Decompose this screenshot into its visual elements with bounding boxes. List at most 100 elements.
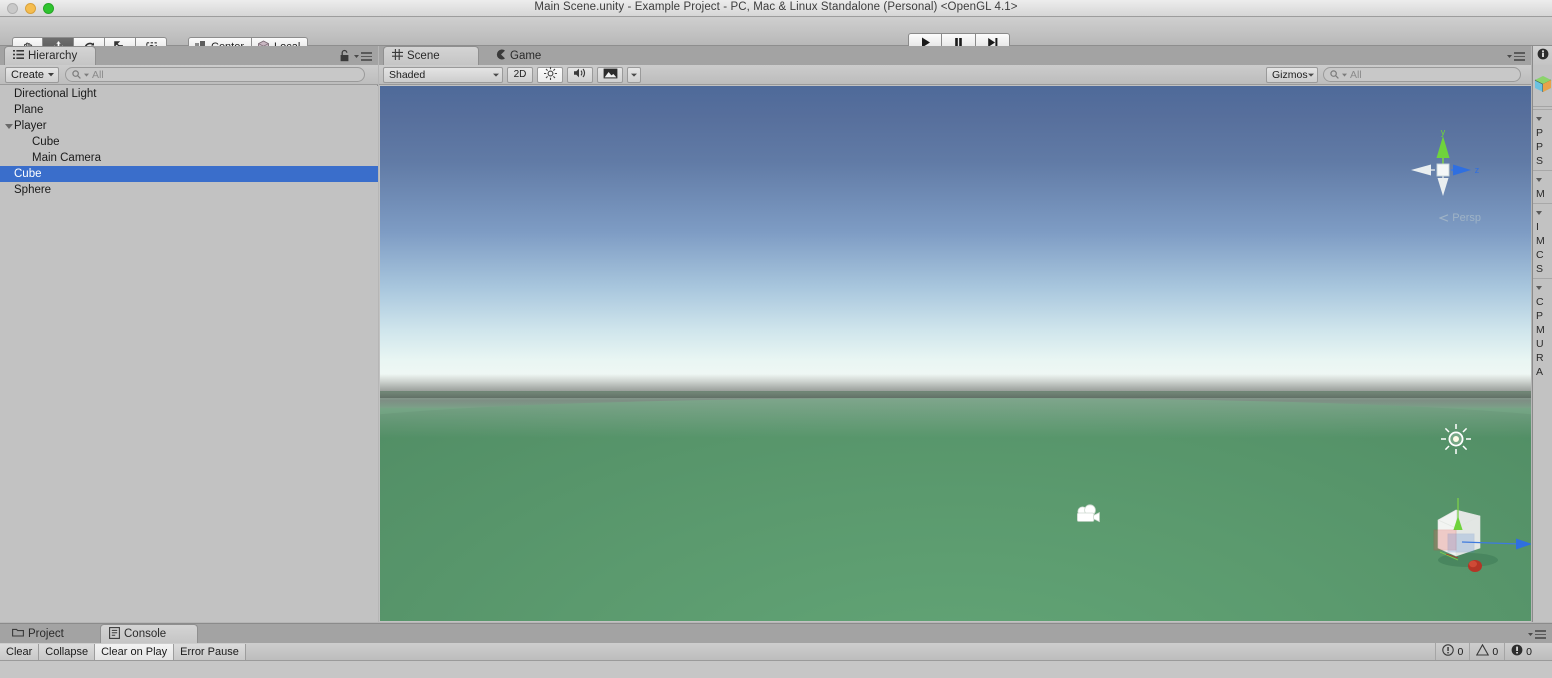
axis-y-label: y bbox=[1441, 128, 1446, 137]
inspector-property-row[interactable]: M bbox=[1533, 234, 1552, 248]
tab-project[interactable]: Project bbox=[4, 624, 88, 643]
counter-value: 0 bbox=[1457, 645, 1464, 658]
hierarchy-search-input[interactable]: All bbox=[65, 67, 365, 82]
warning-count[interactable]: 0 bbox=[1469, 643, 1504, 660]
search-filter-chevron-icon bbox=[1342, 73, 1347, 77]
console-button-label: Clear on Play bbox=[101, 645, 168, 658]
hierarchy-item-label: Main Camera bbox=[32, 152, 102, 164]
create-button[interactable]: Create bbox=[5, 66, 60, 83]
inspector-property-row[interactable]: P bbox=[1533, 140, 1552, 154]
directional-light-gizmo[interactable] bbox=[1440, 423, 1472, 458]
gizmos-search-input[interactable]: All bbox=[1323, 67, 1521, 82]
inspector-component-list[interactable]: PPSMIMCSCPMURA bbox=[1533, 109, 1552, 379]
row-spacer bbox=[4, 134, 14, 150]
error-icon bbox=[1511, 644, 1523, 659]
toggle-effects-button[interactable] bbox=[597, 66, 623, 83]
hierarchy-item-cube[interactable]: Cube bbox=[0, 134, 378, 150]
error-count[interactable]: 0 bbox=[1504, 643, 1538, 660]
gizmos-dropdown[interactable]: Gizmos bbox=[1266, 66, 1318, 83]
hierarchy-item-label: Cube bbox=[32, 136, 60, 148]
console-menu-icon[interactable] bbox=[1528, 630, 1546, 639]
hierarchy-icon bbox=[13, 49, 24, 63]
scene-orientation-gizmo[interactable]: y z bbox=[1407, 127, 1480, 210]
effects-dropdown-button[interactable] bbox=[627, 66, 641, 83]
expand-triangle-icon[interactable] bbox=[4, 118, 14, 134]
scene-view-menu-icon[interactable] bbox=[1507, 52, 1525, 61]
hierarchy-item-cube[interactable]: Cube bbox=[0, 166, 378, 182]
chevron-down-icon bbox=[631, 73, 637, 77]
hamburger-menu-icon bbox=[1514, 52, 1525, 61]
hierarchy-item-label: Plane bbox=[14, 104, 44, 116]
inspector-property-row[interactable]: M bbox=[1533, 187, 1552, 201]
hierarchy-item-plane[interactable]: Plane bbox=[0, 102, 378, 118]
inspector-property-row[interactable]: C bbox=[1533, 295, 1552, 309]
hierarchy-menu-icon[interactable] bbox=[354, 52, 372, 61]
console-counters: 0 0 0 bbox=[1435, 643, 1552, 660]
console-icon bbox=[109, 626, 120, 642]
hierarchy-toolbar: Create All bbox=[0, 65, 378, 85]
hierarchy-item-sphere[interactable]: Sphere bbox=[0, 182, 378, 198]
collapse-button[interactable]: Collapse bbox=[39, 643, 96, 660]
chevron-down-icon bbox=[48, 73, 55, 77]
scene-view-tabbar: Scene Game bbox=[379, 46, 1531, 65]
inspector-component-header[interactable] bbox=[1533, 206, 1552, 220]
tab-hierarchy[interactable]: Hierarchy bbox=[4, 46, 96, 65]
inspector-panel: PPSMIMCSCPMURA bbox=[1532, 46, 1552, 622]
row-spacer bbox=[4, 102, 14, 118]
create-button-label: Create bbox=[11, 68, 45, 81]
hierarchy-list[interactable]: Directional Light Plane Player Cube Main Cam… bbox=[0, 86, 378, 622]
scene-view-toolbar: Shaded 2D Gizmos All bbox=[379, 65, 1531, 85]
inspector-property-row[interactable]: A bbox=[1533, 365, 1552, 379]
hierarchy-item-player[interactable]: Player bbox=[0, 118, 378, 134]
tab-inspector[interactable] bbox=[1533, 46, 1552, 65]
chevron-left-icon bbox=[1439, 214, 1449, 222]
inspector-component-header[interactable] bbox=[1533, 281, 1552, 295]
hierarchy-panel: Hierarchy Create All Directional Light Pl… bbox=[0, 46, 378, 622]
expand-triangle-icon bbox=[1536, 178, 1542, 182]
inspector-property-row[interactable]: I bbox=[1533, 220, 1552, 234]
ground-fog bbox=[380, 398, 1531, 438]
toggle-2d-button[interactable]: 2D bbox=[507, 66, 533, 83]
projection-mode-label[interactable]: Persp bbox=[1439, 212, 1481, 224]
speaker-toggle-icon bbox=[573, 67, 587, 82]
clear-button[interactable]: Clear bbox=[0, 643, 40, 660]
hierarchy-search-placeholder: All bbox=[92, 68, 104, 81]
tab-console[interactable]: Console bbox=[100, 624, 198, 643]
scene-viewport[interactable]: y z Persp bbox=[380, 86, 1531, 621]
draw-mode-label: Shaded bbox=[389, 68, 426, 81]
gizmos-label: Gizmos bbox=[1272, 68, 1308, 81]
tab-game[interactable]: Game bbox=[487, 46, 561, 65]
hierarchy-item-directional-light[interactable]: Directional Light bbox=[0, 86, 378, 102]
inspector-component-header[interactable] bbox=[1533, 173, 1552, 187]
inspector-property-row[interactable]: P bbox=[1533, 309, 1552, 323]
hierarchy-item-main-camera[interactable]: Main Camera bbox=[0, 150, 378, 166]
inspector-property-row[interactable]: M bbox=[1533, 323, 1552, 337]
clear-on-play-button[interactable]: Clear on Play bbox=[95, 643, 175, 660]
main-camera-gizmo[interactable] bbox=[1074, 504, 1104, 529]
inspector-property-row[interactable]: S bbox=[1533, 154, 1552, 168]
window-title: Main Scene.unity - Example Project - PC,… bbox=[534, 1, 1018, 13]
inspector-component-header[interactable] bbox=[1533, 112, 1552, 126]
hierarchy-item-label: Sphere bbox=[14, 184, 52, 196]
draw-mode-dropdown[interactable]: Shaded bbox=[383, 66, 503, 83]
info-count[interactable]: 0 bbox=[1435, 643, 1469, 660]
inspector-separator bbox=[1533, 203, 1552, 204]
bottom-tabbar: Project Console bbox=[0, 624, 1552, 643]
chevron-down-icon bbox=[1308, 73, 1314, 77]
info-icon bbox=[1442, 644, 1455, 659]
lock-icon[interactable] bbox=[339, 49, 350, 65]
toggle-audio-button[interactable] bbox=[567, 66, 593, 83]
error-pause-button[interactable]: Error Pause bbox=[174, 643, 246, 660]
selected-cube-object[interactable] bbox=[1428, 466, 1531, 581]
projection-label-text: Persp bbox=[1452, 212, 1481, 224]
inspector-property-row[interactable]: C bbox=[1533, 248, 1552, 262]
skybox bbox=[380, 86, 1531, 391]
inspector-property-row[interactable]: S bbox=[1533, 262, 1552, 276]
console-log-area[interactable] bbox=[0, 661, 1552, 678]
inspector-property-row[interactable]: U bbox=[1533, 337, 1552, 351]
unity-editor-window: Main Scene.unity - Example Project - PC,… bbox=[0, 0, 1552, 678]
inspector-property-row[interactable]: R bbox=[1533, 351, 1552, 365]
inspector-property-row[interactable]: P bbox=[1533, 126, 1552, 140]
toggle-lighting-button[interactable] bbox=[537, 66, 563, 83]
tab-scene[interactable]: Scene bbox=[383, 46, 479, 65]
